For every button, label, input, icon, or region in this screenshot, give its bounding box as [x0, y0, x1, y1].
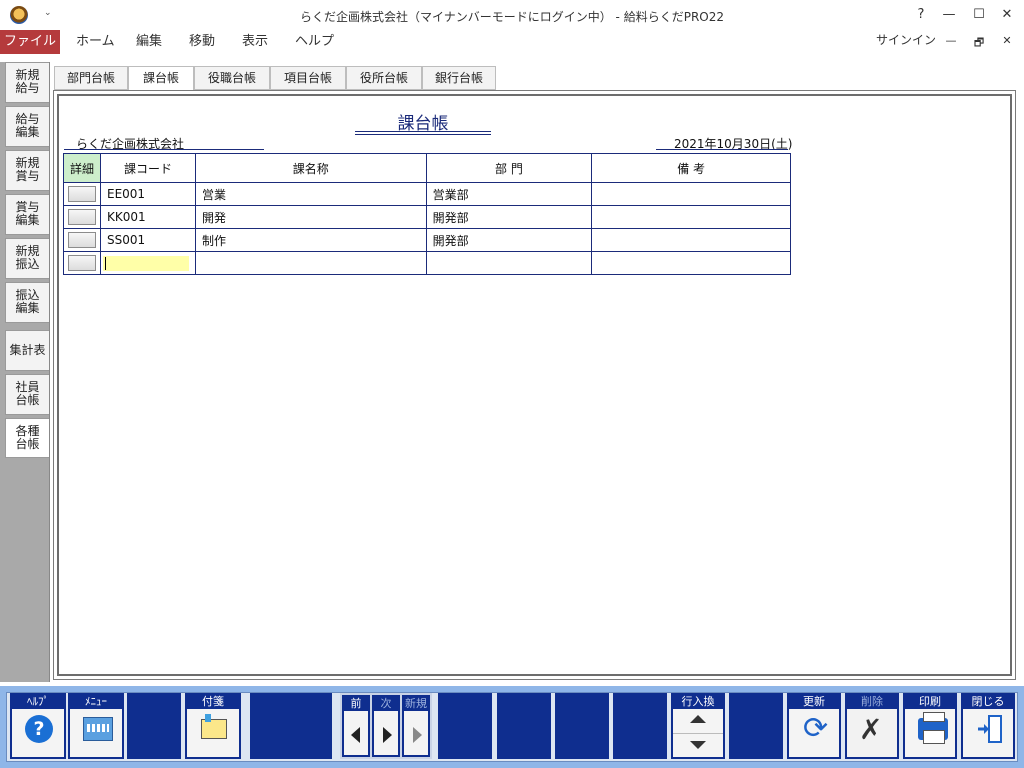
close-window-button[interactable]: ✕ — [996, 5, 1018, 25]
department-cell[interactable]: 開発部 — [425, 228, 593, 252]
header-detail: 詳細 — [63, 153, 101, 183]
nav-summary[interactable]: 集計表 — [5, 330, 49, 371]
menu-screen-icon — [83, 717, 113, 741]
nav-new-salary[interactable]: 新規 給与 — [5, 62, 49, 103]
minimize-button[interactable]: — — [938, 5, 960, 25]
detail-button[interactable] — [67, 186, 96, 202]
nav-employee-ledger[interactable]: 社員 台帳 — [5, 374, 49, 415]
row-swap-button[interactable]: 行入換 — [671, 693, 725, 759]
tab-office-ledger[interactable]: 役所台帳 — [346, 66, 422, 90]
close-button[interactable]: 閉じる — [961, 693, 1015, 759]
nav-edit-transfer[interactable]: 振込 編集 — [5, 282, 49, 323]
sticky-note-icon — [201, 714, 227, 739]
section-name-cell[interactable]: 開発 — [194, 205, 427, 229]
header-section-name: 課名称 — [194, 153, 427, 183]
delete-icon: ✗ — [859, 713, 883, 746]
section-code-cell[interactable]: KK001 — [99, 205, 196, 229]
department-cell[interactable]: 開発部 — [425, 205, 593, 229]
new-record-arrow-icon — [413, 727, 422, 743]
tab-item-ledger[interactable]: 項目台帳 — [270, 66, 346, 90]
help-question-icon: ? — [25, 715, 53, 743]
menu-view[interactable]: 表示 — [242, 30, 268, 54]
header-remarks: 備 考 — [591, 153, 791, 183]
header-department: 部 門 — [425, 153, 593, 183]
header-section-code: 課コード — [99, 153, 196, 183]
remarks-cell[interactable] — [591, 228, 791, 252]
empty-fkey-button[interactable] — [250, 693, 332, 759]
row-down-icon[interactable] — [690, 741, 706, 749]
section-name-cell[interactable] — [194, 251, 427, 275]
table-row: SS001 制作 開発部 — [63, 228, 791, 252]
window-title: らくだ企画株式会社（マイナンバーモードにログイン中） - 給料らくだPRO22 — [299, 10, 724, 24]
ribbon-restore-button[interactable]: 🗗 — [971, 34, 987, 50]
signin-link[interactable]: サインイン — [876, 31, 936, 48]
help-icon[interactable]: ? — [910, 5, 932, 25]
menu-help[interactable]: ヘルプ — [295, 30, 334, 54]
empty-fkey-button[interactable] — [613, 693, 667, 759]
empty-fkey-button[interactable] — [555, 693, 609, 759]
table-header-row: 詳細 課コード 課名称 部 門 備 考 — [63, 153, 791, 183]
title-bar: ⌄ らくだ企画株式会社（マイナンバーモードにログイン中） - 給料らくだPRO2… — [0, 0, 1024, 30]
menu-edit[interactable]: 編集 — [136, 30, 162, 54]
department-cell[interactable]: 営業部 — [425, 182, 593, 206]
ribbon-menu-bar: ファイル ホーム 編集 移動 表示 ヘルプ サインイン — 🗗 ✕ — [0, 30, 1024, 54]
empty-fkey-button[interactable] — [438, 693, 492, 759]
menu-file[interactable]: ファイル — [0, 30, 60, 54]
help-button[interactable]: ﾍﾙﾌﾟ ? — [10, 693, 66, 759]
table-row: EE001 営業 営業部 — [63, 182, 791, 206]
prev-button[interactable]: 前 — [342, 695, 370, 757]
text-cursor — [104, 256, 106, 270]
refresh-icon: ⟳ — [803, 711, 829, 746]
tab-department-ledger[interactable]: 部門台帳 — [54, 66, 128, 90]
section-code-cell[interactable]: EE001 — [99, 182, 196, 206]
section-code-cell[interactable]: SS001 — [99, 228, 196, 252]
delete-button[interactable]: 削除 ✗ — [845, 693, 899, 759]
section-name-cell[interactable]: 制作 — [194, 228, 427, 252]
empty-fkey-button[interactable] — [497, 693, 551, 759]
detail-button[interactable] — [67, 209, 96, 225]
section-name-cell[interactable]: 営業 — [194, 182, 427, 206]
detail-button[interactable] — [67, 232, 96, 248]
update-button[interactable]: 更新 ⟳ — [787, 693, 841, 759]
company-underline — [64, 149, 264, 150]
nav-various-ledgers[interactable]: 各種 台帳 — [5, 418, 49, 458]
nav-new-transfer[interactable]: 新規 振込 — [5, 238, 49, 279]
empty-fkey-button[interactable] — [127, 693, 181, 759]
nav-edit-bonus[interactable]: 賞与 編集 — [5, 194, 49, 235]
nav-edit-salary[interactable]: 給与 編集 — [5, 106, 49, 147]
next-button[interactable]: 次 — [372, 695, 400, 757]
left-nav: 新規 給与 給与 編集 新規 賞与 賞与 編集 新規 振込 振込 編集 集計表 社員 台帳 各… — [0, 62, 50, 682]
tab-position-ledger[interactable]: 役職台帳 — [194, 66, 270, 90]
department-cell[interactable] — [425, 251, 593, 275]
maximize-button[interactable]: ☐ — [968, 5, 990, 25]
tab-bank-ledger[interactable]: 銀行台帳 — [422, 66, 496, 90]
empty-fkey-button[interactable] — [729, 693, 783, 759]
exit-door-icon — [978, 715, 1002, 743]
printer-icon — [918, 712, 948, 744]
table-row-new — [63, 251, 791, 275]
detail-button[interactable] — [67, 255, 96, 271]
remarks-cell[interactable] — [591, 205, 791, 229]
menu-move[interactable]: 移動 — [189, 30, 215, 54]
record-nav-group: 前 次 新規 — [340, 693, 432, 759]
row-up-icon[interactable] — [690, 715, 706, 723]
table-row: KK001 開発 開発部 — [63, 205, 791, 229]
date-underline — [656, 149, 788, 150]
new-record-button[interactable]: 新規 — [402, 695, 430, 757]
next-arrow-icon — [383, 727, 392, 743]
menu-button[interactable]: ﾒﾆｭｰ — [68, 693, 124, 759]
ribbon-minimize-button[interactable]: — — [943, 34, 959, 50]
remarks-cell[interactable] — [591, 251, 791, 275]
remarks-cell[interactable] — [591, 182, 791, 206]
section-table: 詳細 課コード 課名称 部 門 備 考 EE001 営業 営業部 KK001 開… — [63, 153, 791, 275]
memo-button[interactable]: 付箋 — [185, 693, 241, 759]
nav-new-bonus[interactable]: 新規 賞与 — [5, 150, 49, 191]
prev-arrow-icon — [351, 727, 360, 743]
tab-section-ledger[interactable]: 課台帳 — [128, 66, 194, 91]
title-underline — [355, 131, 491, 135]
print-button[interactable]: 印刷 — [903, 693, 957, 759]
section-code-input[interactable] — [102, 255, 189, 271]
menu-home[interactable]: ホーム — [76, 30, 115, 54]
ribbon-close-button[interactable]: ✕ — [999, 34, 1015, 50]
